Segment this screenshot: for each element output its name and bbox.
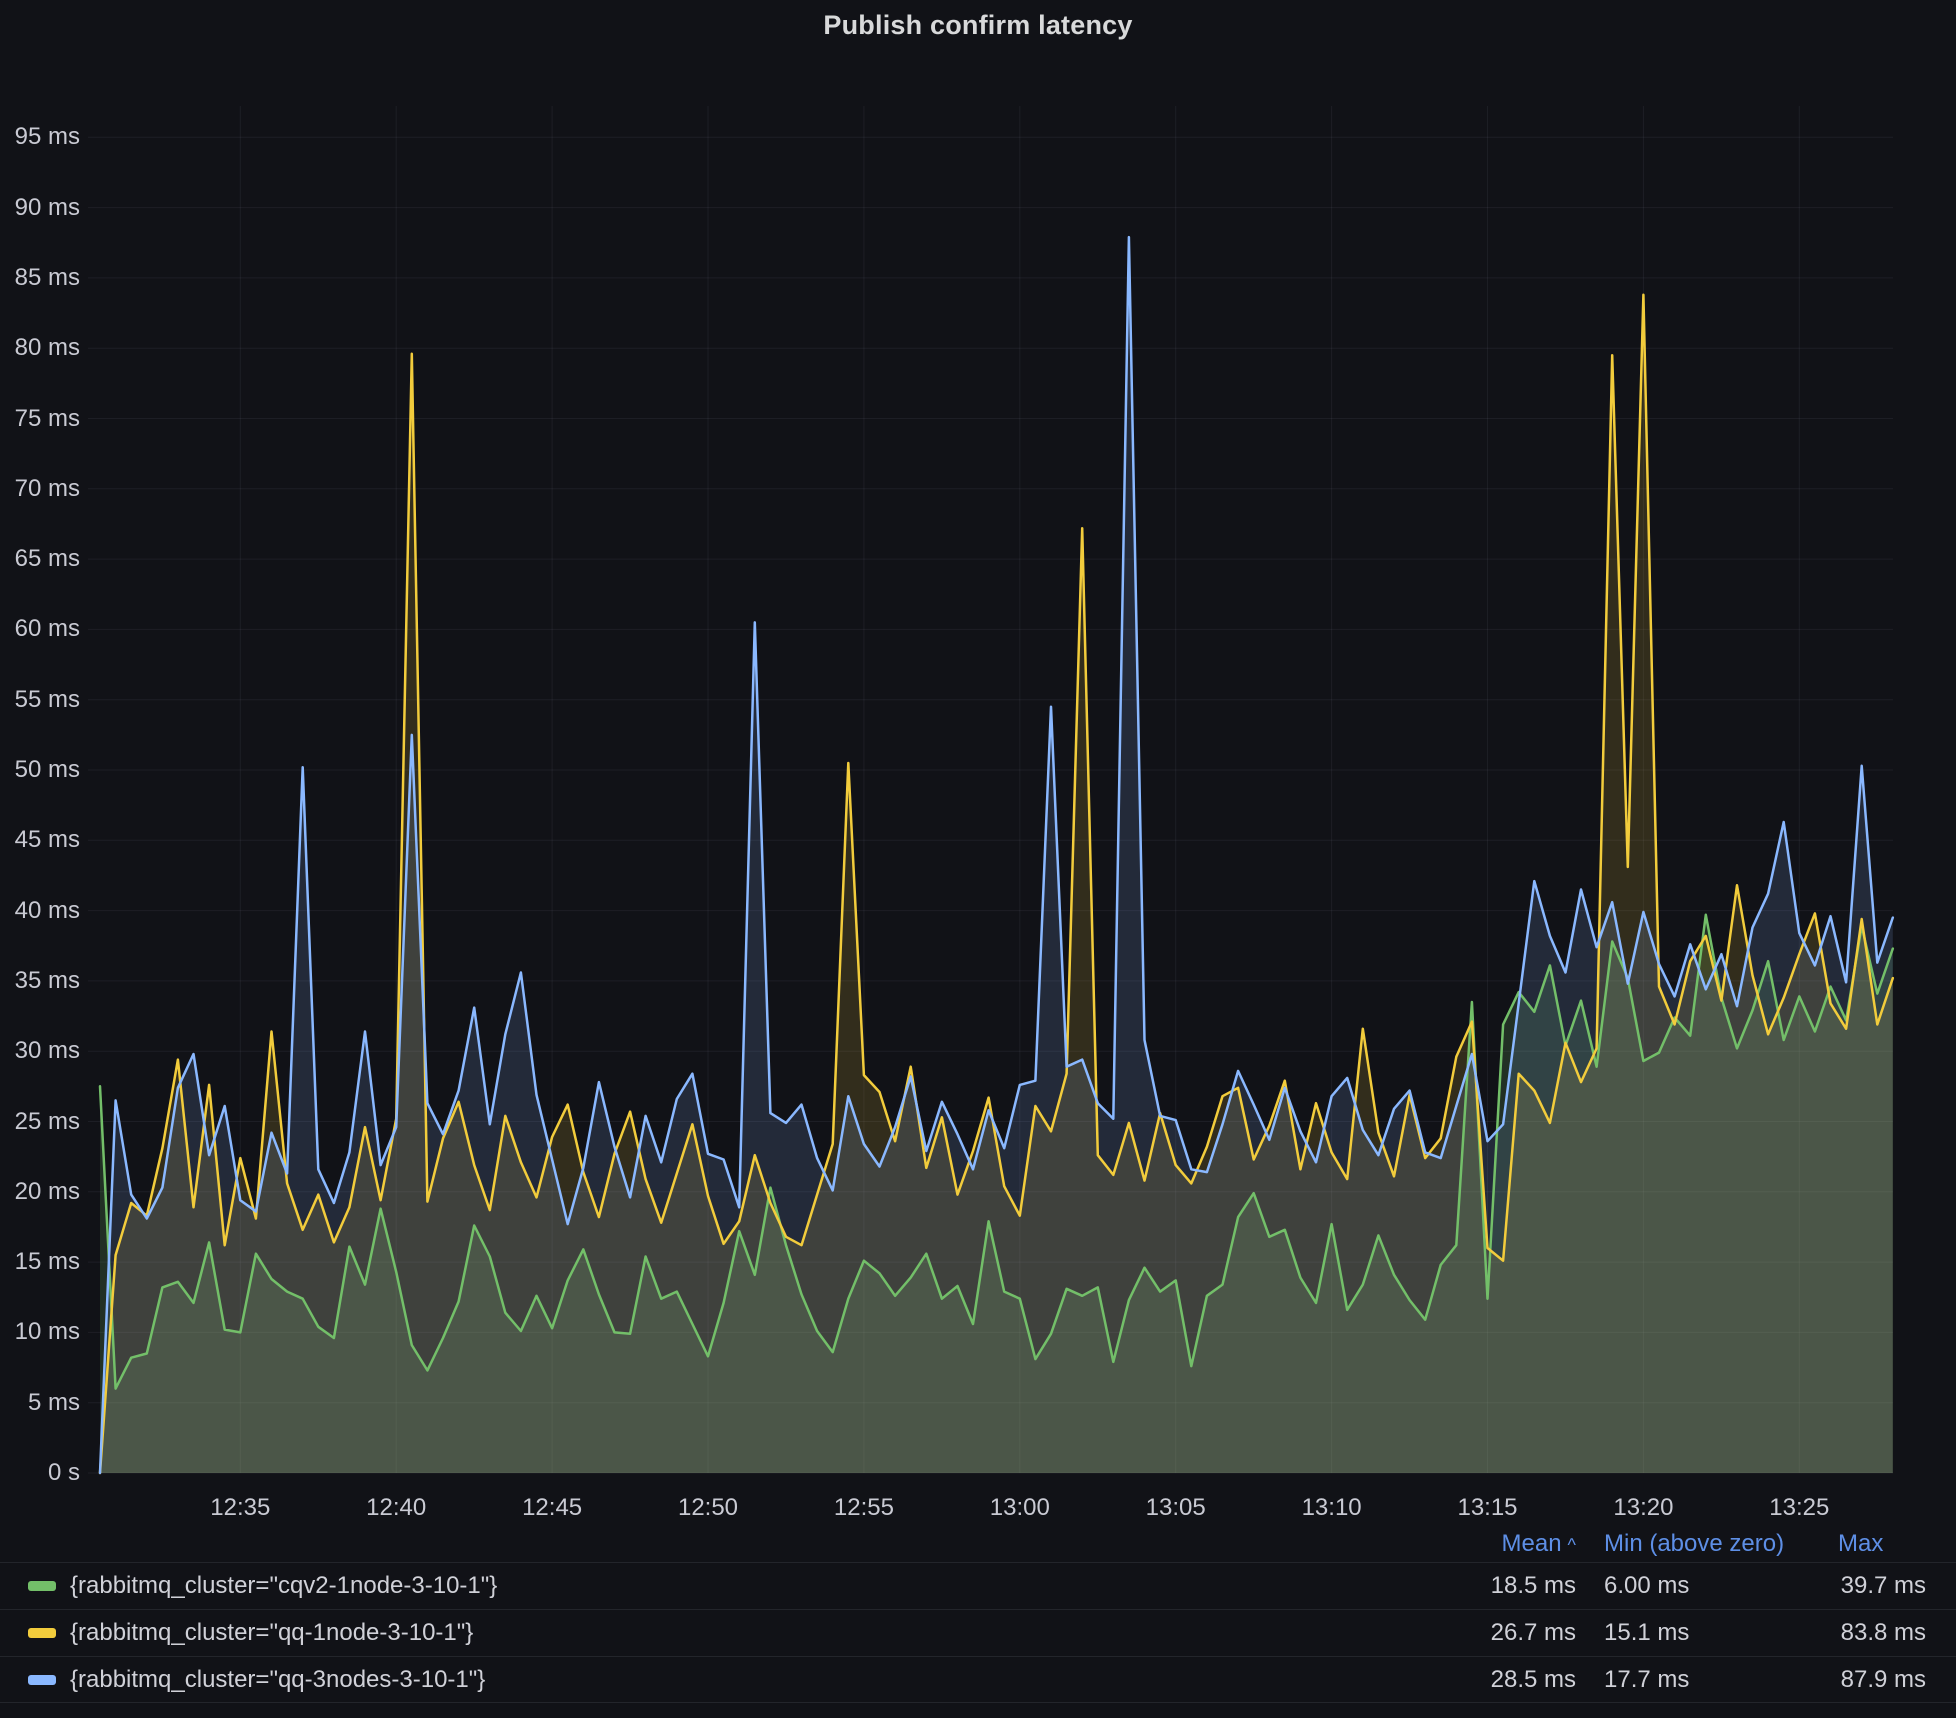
y-axis-tick-label: 75 ms: [0, 405, 80, 433]
series-color-swatch-yellow: [28, 1628, 56, 1638]
y-axis-tick-label: 80 ms: [0, 334, 80, 362]
y-axis-tick-label: 70 ms: [0, 475, 80, 503]
series-label[interactable]: {rabbitmq_cluster="qq-3nodes-3-10-1"}: [70, 1666, 1446, 1694]
series-max-value: 83.8 ms: [1816, 1619, 1926, 1647]
series-label[interactable]: {rabbitmq_cluster="cqv2-1node-3-10-1"}: [70, 1572, 1446, 1600]
y-axis-tick-label: 85 ms: [0, 264, 80, 292]
y-axis-tick-label: 20 ms: [0, 1178, 80, 1206]
y-axis-tick-label: 15 ms: [0, 1248, 80, 1276]
x-axis-tick-label: 12:45: [522, 1494, 582, 1522]
series-min-value: 17.7 ms: [1576, 1666, 1816, 1694]
y-axis-tick-label: 55 ms: [0, 686, 80, 714]
y-axis-tick-label: 40 ms: [0, 897, 80, 925]
legend-header: Mean^ Min (above zero) Max: [0, 1526, 1956, 1562]
x-axis-tick-label: 12:40: [366, 1494, 426, 1522]
legend-row-qq-1node: {rabbitmq_cluster="qq-1node-3-10-1"} 26.…: [0, 1609, 1956, 1656]
x-axis-tick-label: 13:10: [1302, 1494, 1362, 1522]
series-max-value: 39.7 ms: [1816, 1572, 1926, 1600]
series-mean-value: 28.5 ms: [1446, 1666, 1576, 1694]
y-axis-tick-label: 0 s: [0, 1459, 80, 1487]
y-axis-tick-label: 35 ms: [0, 967, 80, 995]
legend-header-mean[interactable]: Mean^: [1446, 1530, 1576, 1558]
series-color-swatch-blue: [28, 1675, 56, 1685]
y-axis-tick-label: 25 ms: [0, 1108, 80, 1136]
series-mean-value: 18.5 ms: [1446, 1572, 1576, 1600]
legend-row-cqv2-1node: {rabbitmq_cluster="cqv2-1node-3-10-1"} 1…: [0, 1562, 1956, 1609]
y-axis-tick-label: 95 ms: [0, 123, 80, 151]
x-axis-tick-label: 13:05: [1146, 1494, 1206, 1522]
y-axis-tick-label: 65 ms: [0, 545, 80, 573]
x-axis-tick-label: 13:20: [1613, 1494, 1673, 1522]
x-axis-tick-label: 12:50: [678, 1494, 738, 1522]
x-axis-tick-label: 12:35: [210, 1494, 270, 1522]
x-axis-tick-label: 13:00: [990, 1494, 1050, 1522]
y-axis-tick-label: 10 ms: [0, 1318, 80, 1346]
legend-header-min[interactable]: Min (above zero): [1576, 1530, 1816, 1558]
y-axis-tick-label: 50 ms: [0, 756, 80, 784]
x-axis-tick-label: 13:15: [1457, 1494, 1517, 1522]
y-axis-tick-label: 60 ms: [0, 615, 80, 643]
series-mean-value: 26.7 ms: [1446, 1619, 1576, 1647]
legend-table: Mean^ Min (above zero) Max {rabbitmq_clu…: [0, 1526, 1956, 1703]
grafana-panel: Publish confirm latency 0 s5 ms10 ms15 m…: [0, 0, 1956, 1718]
y-axis-tick-label: 5 ms: [0, 1389, 80, 1417]
series-label[interactable]: {rabbitmq_cluster="qq-1node-3-10-1"}: [70, 1619, 1446, 1647]
series-min-value: 6.00 ms: [1576, 1572, 1816, 1600]
latency-chart: [0, 0, 1956, 1718]
legend-header-max[interactable]: Max: [1816, 1530, 1926, 1558]
sort-caret-icon: ^: [1568, 1535, 1576, 1555]
y-axis-tick-label: 30 ms: [0, 1037, 80, 1065]
x-axis-tick-label: 13:25: [1769, 1494, 1829, 1522]
y-axis-tick-label: 90 ms: [0, 194, 80, 222]
y-axis-tick-label: 45 ms: [0, 826, 80, 854]
legend-row-qq-3nodes: {rabbitmq_cluster="qq-3nodes-3-10-1"} 28…: [0, 1656, 1956, 1703]
series-min-value: 15.1 ms: [1576, 1619, 1816, 1647]
series-color-swatch-green: [28, 1581, 56, 1591]
series-max-value: 87.9 ms: [1816, 1666, 1926, 1694]
x-axis-tick-label: 12:55: [834, 1494, 894, 1522]
